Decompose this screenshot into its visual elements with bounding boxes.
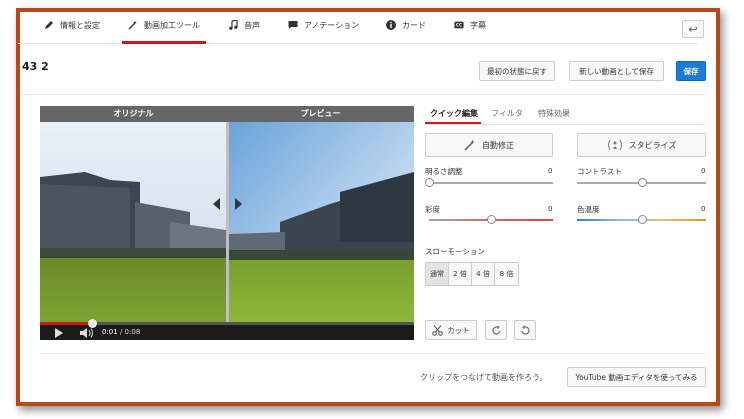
- slow-motion-option-4x[interactable]: 4 倍: [472, 263, 495, 285]
- stabilize-label: スタビライズ: [628, 140, 677, 150]
- original-label: オリジナル: [113, 109, 154, 118]
- brightness-label: 明るさ調整: [425, 167, 463, 176]
- slow-motion-label: スローモーション: [425, 247, 485, 256]
- footer-divider: [40, 353, 706, 354]
- revert-button[interactable]: 最初の状態に戻す: [479, 61, 555, 81]
- saturation-value: 0: [548, 205, 553, 213]
- progress-bar[interactable]: [40, 319, 414, 328]
- contrast-label: コントラスト: [577, 167, 622, 176]
- player-controls: 0:01 / 0:08: [40, 319, 414, 340]
- save-as-new-button[interactable]: 新しい動画として保存: [569, 61, 664, 81]
- pencil-icon: [45, 21, 53, 29]
- slow-motion-option-8x[interactable]: 8 倍: [495, 263, 518, 285]
- video-title: 43 2: [22, 60, 49, 73]
- back-arrow-icon: ↩: [688, 22, 698, 36]
- tab-info-settings[interactable]: 情報と設定: [38, 20, 106, 44]
- scissors-icon: [432, 324, 444, 336]
- slow-motion-option-2x[interactable]: 2 倍: [449, 263, 472, 285]
- subtab-special-effects[interactable]: 特殊効果: [538, 108, 570, 119]
- color-temperature-slider-knob[interactable]: [637, 215, 647, 224]
- save-button[interactable]: 保存: [676, 61, 706, 81]
- tab-label: アノテーション: [304, 21, 360, 30]
- tab-subtitles[interactable]: CC 字幕: [448, 20, 492, 44]
- slow-motion-option-normal[interactable]: 通常: [426, 263, 449, 285]
- svg-text:CC: CC: [456, 23, 462, 28]
- open-video-editor-button[interactable]: YouTube 動画エディタを使ってみる: [567, 367, 706, 387]
- contrast-slider-knob[interactable]: [637, 178, 647, 187]
- tab-label: 字幕: [470, 21, 486, 30]
- current-time: 0:01: [102, 328, 118, 336]
- tab-label: 音声: [244, 21, 260, 30]
- player-header: オリジナル プレビュー: [40, 106, 414, 122]
- saturation-slider-knob[interactable]: [487, 215, 496, 224]
- subtab-filters[interactable]: フィルタ: [491, 108, 523, 119]
- brightness-slider[interactable]: [429, 182, 553, 184]
- preview-label: プレビュー: [300, 109, 341, 118]
- rotate-right-icon: [491, 325, 501, 335]
- screenshot-frame: 情報と設定 動画加工ツール 音声 アノテーション カード CC 字幕 ↩ 43 …: [0, 0, 744, 419]
- magic-wand-icon: [128, 20, 137, 30]
- footer-message: クリップをつなげて動画を作ろう。: [420, 373, 548, 382]
- music-note-icon: [229, 20, 238, 30]
- trim-label: カット: [447, 325, 470, 335]
- speech-bubble-icon: [288, 21, 298, 29]
- header-divider: [22, 94, 706, 95]
- color-temperature-label: 色温度: [577, 205, 600, 214]
- tab-cards[interactable]: カード: [380, 20, 432, 44]
- slow-motion-selector: 通常 2 倍 4 倍 8 倍: [425, 262, 519, 286]
- cc-icon: CC: [454, 21, 464, 29]
- brightness-value: 0: [548, 167, 553, 175]
- magic-wand-icon: [464, 139, 475, 151]
- time-display: 0:01 / 0:08: [102, 328, 140, 336]
- saturation-label: 彩度: [425, 205, 440, 214]
- brightness-slider-knob[interactable]: [425, 178, 434, 187]
- contrast-value: 0: [701, 167, 706, 175]
- tab-label: 動画加工ツール: [144, 21, 200, 30]
- auto-fix-button[interactable]: 自動修正: [425, 133, 553, 157]
- progress-fill: [40, 322, 93, 325]
- volume-icon[interactable]: [80, 328, 94, 338]
- info-icon: [386, 20, 396, 30]
- duration: / 0:08: [119, 328, 141, 336]
- tab-enhancements[interactable]: 動画加工ツール: [122, 20, 206, 44]
- tab-label: 情報と設定: [60, 21, 100, 30]
- subtab-quick-fix[interactable]: クイック編集: [430, 108, 478, 119]
- rotate-left-button[interactable]: [514, 320, 536, 340]
- stabilize-button[interactable]: スタビライズ: [577, 133, 706, 157]
- split-divider-handle[interactable]: [226, 122, 229, 322]
- back-button[interactable]: ↩: [682, 20, 704, 38]
- stabilize-icon: [607, 139, 622, 151]
- progress-knob[interactable]: [88, 319, 98, 328]
- editor-tab-bar: 情報と設定 動画加工ツール 音声 アノテーション カード CC 字幕 ↩: [18, 10, 704, 44]
- tab-annotations[interactable]: アノテーション: [282, 20, 365, 44]
- trim-button[interactable]: カット: [425, 320, 477, 340]
- rotate-right-button[interactable]: [485, 320, 507, 340]
- auto-fix-label: 自動修正: [482, 140, 514, 150]
- video-player[interactable]: オリジナル プレビュー 0:01 / 0:08: [40, 106, 414, 340]
- color-temperature-value: 0: [701, 205, 706, 213]
- subtab-divider: [425, 124, 706, 125]
- play-icon[interactable]: [54, 328, 64, 338]
- rotate-left-icon: [520, 325, 530, 335]
- tab-label: カード: [402, 21, 426, 30]
- tab-audio[interactable]: 音声: [222, 20, 266, 44]
- video-frame: [40, 122, 414, 322]
